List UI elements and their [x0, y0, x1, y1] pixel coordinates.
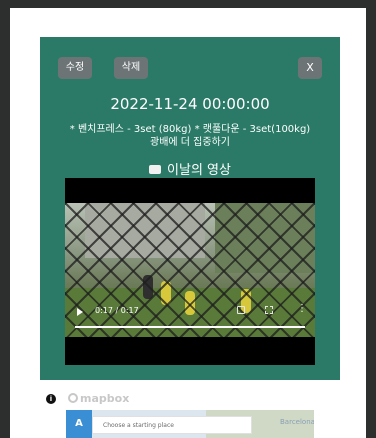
workout-memo: 광배에 더 집중하기: [150, 137, 230, 148]
mapbox-logo: mapbox: [68, 392, 129, 405]
workout-date: 2022-11-24 00:00:00: [110, 95, 270, 113]
more-options-icon[interactable]: ⋮: [297, 304, 307, 314]
video-seek-bar[interactable]: [75, 326, 305, 328]
workout-summary: * 벤치프레스 - 3set (80kg) * 랫풀다운 - 3set(100k…: [69, 124, 311, 135]
volume-icon[interactable]: [237, 306, 245, 314]
delete-button[interactable]: 삭제: [114, 57, 148, 79]
video-time: 0:17 / 0:17: [95, 306, 139, 315]
map-place-label: Barcelona: [280, 418, 314, 426]
video-section-title: 이날의 영상: [40, 159, 340, 178]
fullscreen-icon[interactable]: [265, 306, 273, 314]
mapbox-ring-icon: [68, 393, 78, 403]
starting-place-input[interactable]: Choose a starting place: [92, 416, 252, 434]
mapbox-logo-text: mapbox: [80, 392, 130, 405]
play-icon[interactable]: [77, 308, 83, 316]
close-button[interactable]: X: [298, 57, 322, 79]
info-icon[interactable]: i: [46, 394, 56, 404]
video-controls: 0:17 / 0:17 ⋮: [65, 296, 315, 336]
tv-icon: [149, 165, 162, 174]
workout-detail-card: 수정 삭제 X 2022-11-24 00:00:00 * 벤치프레스 - 3s…: [40, 37, 340, 380]
video-section-label: 이날의 영상: [167, 163, 231, 178]
video-player[interactable]: 0:17 / 0:17 ⋮: [65, 178, 315, 365]
map-view[interactable]: Barcelona A Choose a starting place: [66, 410, 314, 438]
start-marker-badge: A: [66, 410, 92, 438]
edit-button[interactable]: 수정: [58, 57, 92, 79]
